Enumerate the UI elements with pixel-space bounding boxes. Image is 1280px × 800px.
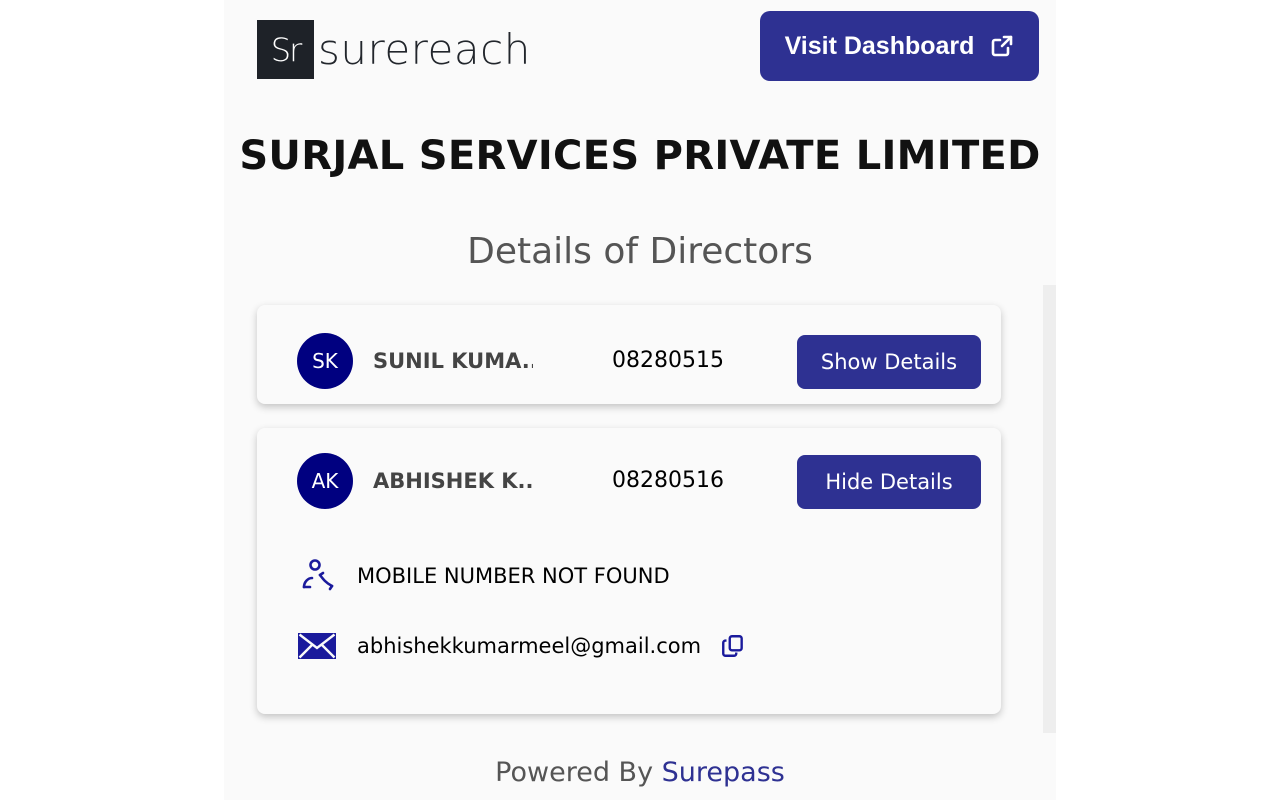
powered-by-label: Powered By [495,757,654,788]
hide-details-button[interactable]: Hide Details [797,455,981,509]
director-din: 08280515 [612,348,724,373]
email-detail: abhishekkumarmeel@gmail.com [297,626,747,666]
logo-text: surereach [318,25,531,74]
director-card: SK SUNIL KUMA... 08280515 Show Details [257,305,1001,404]
mobile-number-text: MOBILE NUMBER NOT FOUND [357,564,670,588]
director-row: AK ABHISHEK K... 08280516 Hide Details [257,453,1001,509]
external-link-icon [992,35,1013,57]
director-name: SUNIL KUMA... [373,349,533,373]
avatar: AK [297,453,353,509]
show-details-button[interactable]: Show Details [797,335,981,389]
avatar: SK [297,333,353,389]
copy-email-button[interactable] [719,632,747,660]
director-card: AK ABHISHEK K... 08280516 Hide Details M… [257,428,1001,714]
logo-mark: Sr [257,20,314,79]
email-text: abhishekkumarmeel@gmail.com [357,634,702,658]
director-din: 08280516 [612,468,724,493]
company-name: SURJAL SERVICES PRIVATE LIMITED [239,133,1041,179]
director-row: SK SUNIL KUMA... 08280515 Show Details [257,333,1001,389]
surepass-link[interactable]: Surepass [662,757,785,788]
powered-by-footer: Powered By Surepass [224,757,1056,788]
scrollbar[interactable] [1043,285,1056,733]
section-title: Details of Directors [467,231,813,272]
mobile-detail: MOBILE NUMBER NOT FOUND [297,556,670,596]
copy-icon [722,635,743,657]
director-name: ABHISHEK K... [373,469,533,493]
surereach-logo[interactable]: Sr surereach [257,20,531,79]
visit-dashboard-button[interactable]: Visit Dashboard [760,11,1039,81]
visit-dashboard-label: Visit Dashboard [784,31,975,60]
envelope-icon [297,626,337,666]
contact-phone-icon [297,556,337,596]
